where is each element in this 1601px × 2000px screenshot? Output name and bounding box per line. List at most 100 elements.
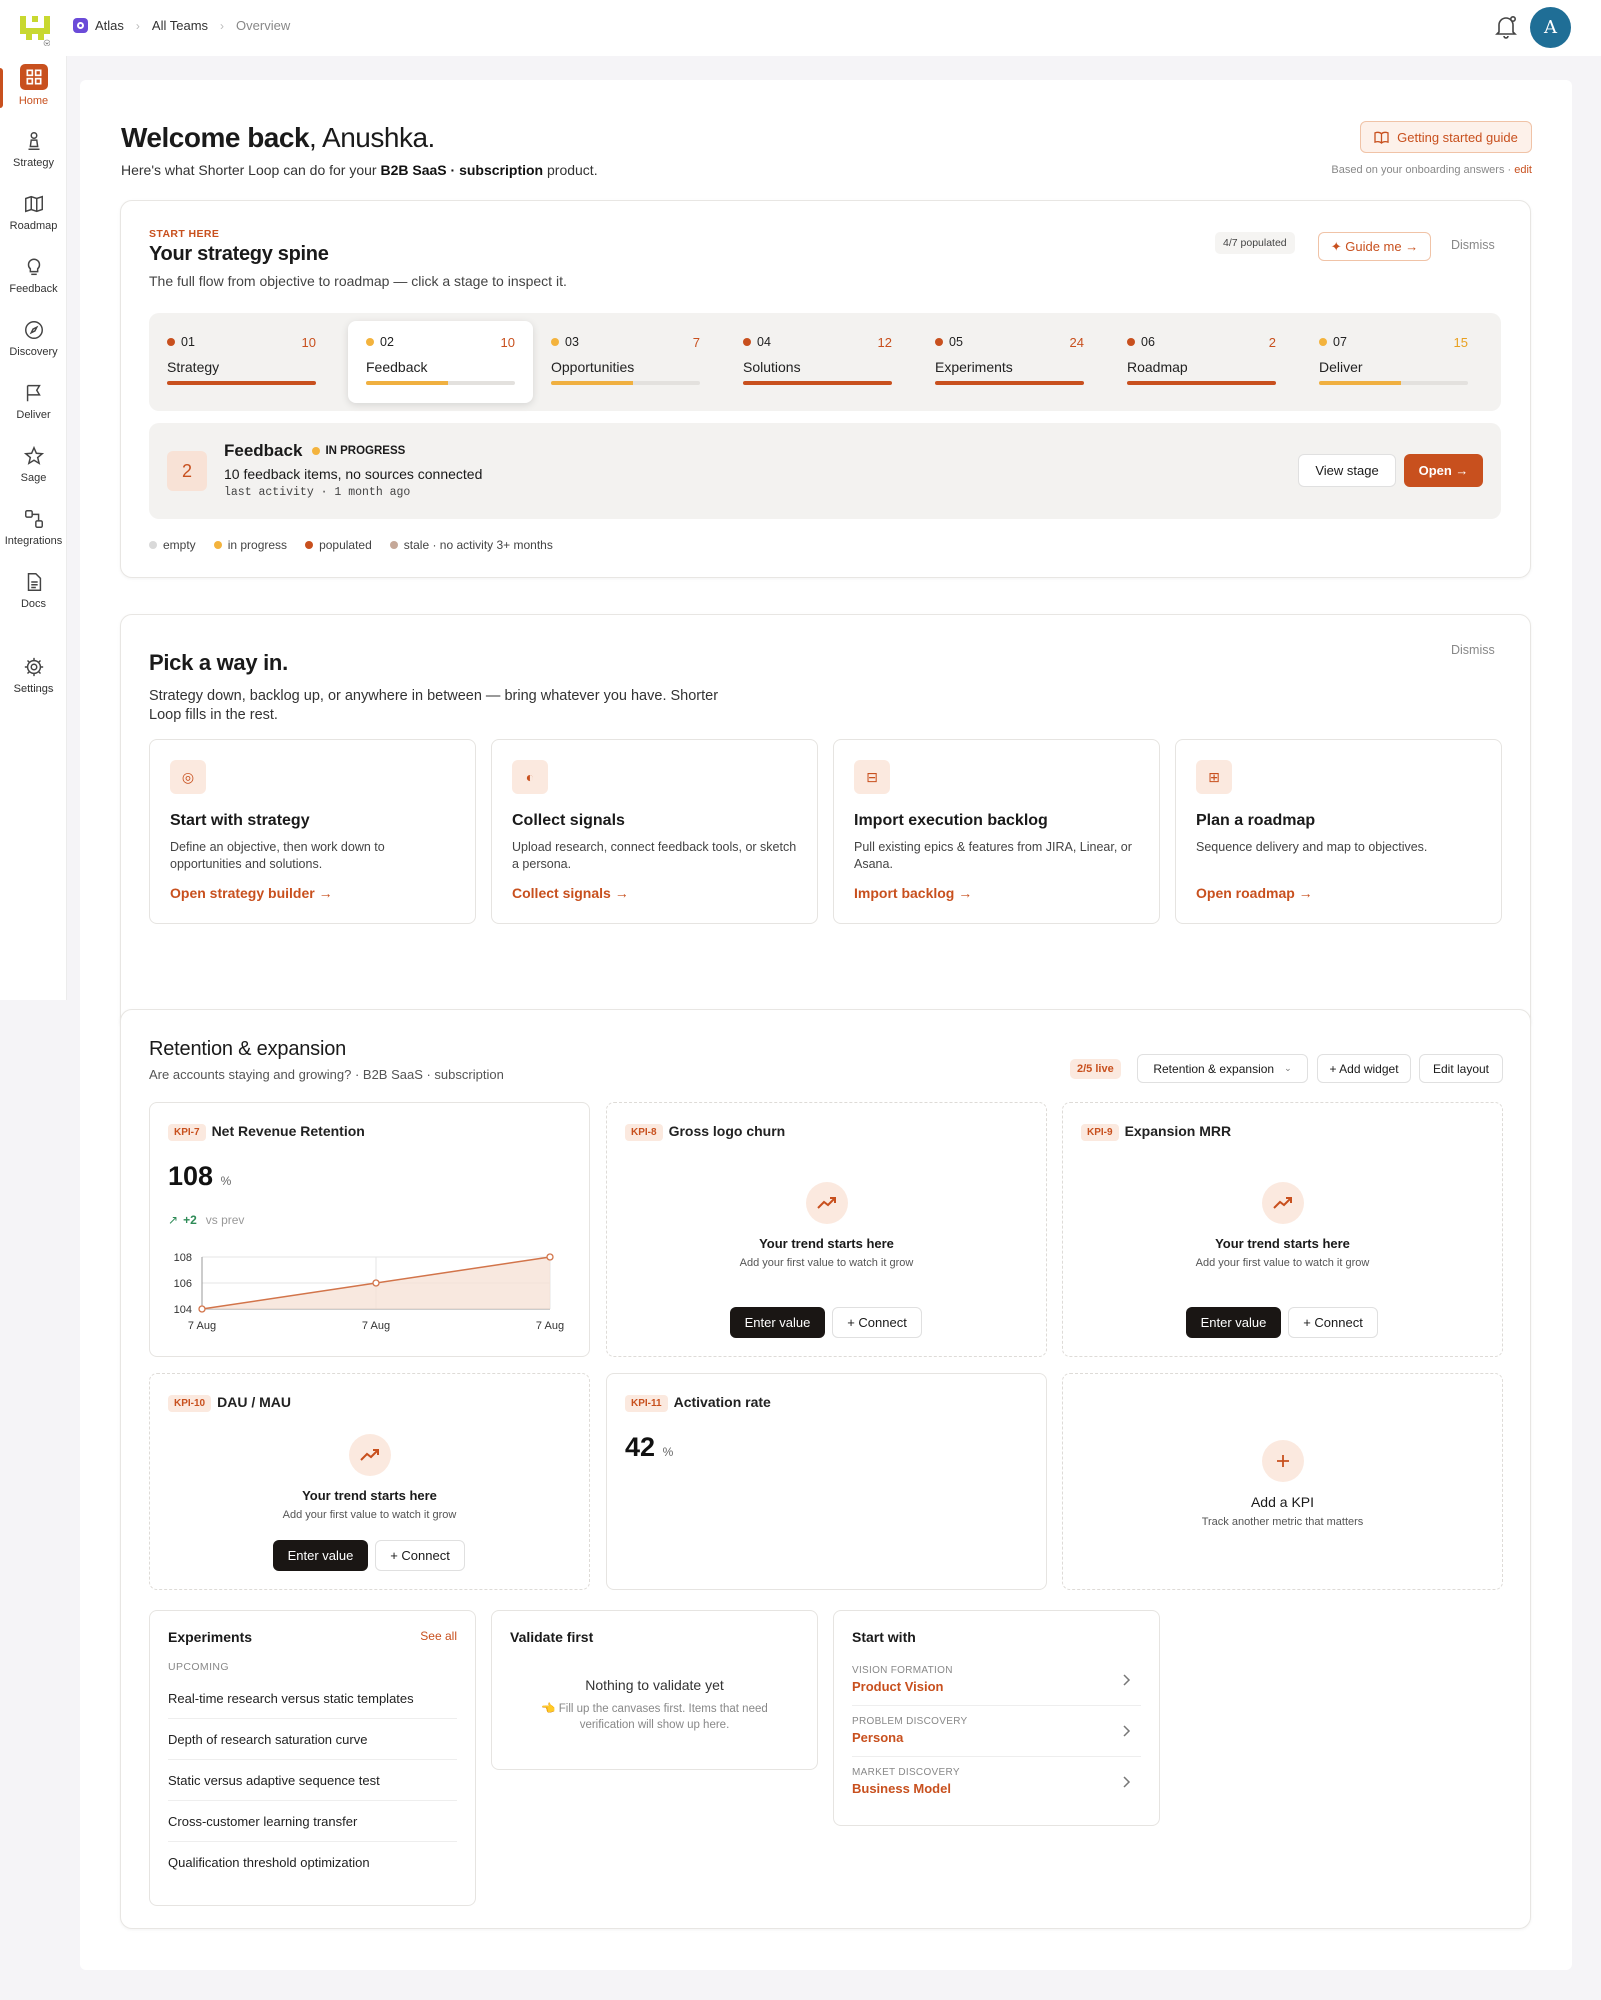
open-strategy-builder-link[interactable]: Open strategy builder →	[170, 885, 455, 901]
trend-up-icon	[348, 1434, 391, 1476]
way-description: Upload research, connect feedback tools,…	[512, 840, 797, 871]
sidebar-item-docs[interactable]: Docs	[0, 571, 67, 610]
stage-opportunities[interactable]: 03 7 Opportunities	[533, 321, 718, 403]
gear-icon	[24, 657, 43, 677]
sidebar-label: Settings	[13, 683, 54, 695]
stage-count: 10	[500, 335, 515, 350]
sidebar-label: Sage	[20, 472, 47, 484]
stage-roadmap[interactable]: 06 2 Roadmap	[1109, 321, 1294, 403]
add-widget-button[interactable]: + Add widget	[1317, 1054, 1411, 1083]
kpi-card-dau-mau[interactable]: KPI-10 DAU / MAU Your trend starts here A…	[149, 1373, 590, 1590]
way-title: Start with strategy	[170, 812, 310, 829]
way-card-signals[interactable]: ◐ Collect signals Upload research, conne…	[491, 739, 818, 924]
kpi-tag: KPI-7	[168, 1123, 206, 1141]
way-description: Sequence delivery and map to objectives.	[1196, 840, 1428, 854]
legend-populated: populated	[305, 538, 372, 552]
stage-strategy[interactable]: 01 10 Strategy	[149, 321, 334, 403]
start-with-item[interactable]: PROBLEM DISCOVERY Persona	[852, 1706, 1141, 1757]
way-card-backlog[interactable]: ⊟ Import execution backlog Pull existing…	[833, 739, 1160, 924]
view-stage-button[interactable]: View stage	[1298, 454, 1396, 487]
experiments-title: Experiments	[168, 1629, 253, 1645]
app-logo-icon[interactable]	[20, 16, 50, 46]
user-avatar[interactable]: A	[1530, 7, 1571, 48]
legend-empty: empty	[149, 538, 196, 552]
see-all-link[interactable]: See all	[420, 1629, 457, 1643]
stage-progress-bar	[551, 381, 700, 385]
data-point	[546, 1253, 554, 1261]
page-title: Welcome back, Anushka.	[121, 122, 435, 153]
dashboard-dropdown[interactable]: Retention & expansion ⌄	[1137, 1054, 1308, 1083]
start-with-item[interactable]: MARKET DISCOVERY Business Model	[852, 1757, 1141, 1808]
start-with-item[interactable]: VISION FORMATION Product Vision	[852, 1655, 1141, 1706]
guide-me-button[interactable]: ✦ Guide me →	[1318, 232, 1431, 261]
experiment-item[interactable]: Depth of research saturation curve	[168, 1719, 457, 1760]
stage-feedback[interactable]: 02 10 Feedback	[348, 321, 533, 403]
stage-label: Feedback	[366, 359, 428, 375]
breadcrumb-team[interactable]: All Teams	[152, 18, 208, 33]
status-dot	[1127, 338, 1135, 346]
start-with-title: Start with	[852, 1629, 916, 1645]
stage-solutions[interactable]: 04 12 Solutions	[725, 321, 910, 403]
notification-bell-icon[interactable]	[1494, 14, 1518, 40]
collect-signals-link[interactable]: Collect signals →	[512, 885, 797, 901]
kpi-card-activation-rate[interactable]: KPI-11 Activation rate 42 %	[606, 1373, 1047, 1590]
sidebar-label: Roadmap	[9, 220, 58, 232]
sidebar-item-integrations[interactable]: Integrations	[0, 508, 67, 547]
experiment-item[interactable]: Static versus adaptive sequence test	[168, 1760, 457, 1801]
stage-progress-bar	[1127, 381, 1276, 385]
spine-title: Your strategy spine	[149, 243, 329, 265]
kpi-card-gross-logo-churn[interactable]: KPI-8 Gross logo churn Your trend starts …	[606, 1102, 1047, 1357]
kpi-card-expansion-mrr[interactable]: KPI-9 Expansion MRR Your trend starts her…	[1062, 1102, 1503, 1357]
stage-label: Experiments	[935, 359, 1013, 375]
sidebar-item-settings[interactable]: Settings	[0, 656, 67, 695]
connect-button[interactable]: + Connect	[832, 1307, 922, 1338]
enter-value-button[interactable]: Enter value	[730, 1307, 825, 1338]
add-kpi-card[interactable]: Add a KPI Track another metric that matt…	[1062, 1373, 1503, 1590]
open-roadmap-link[interactable]: Open roadmap →	[1196, 885, 1481, 901]
breadcrumb-workspace[interactable]: Atlas	[95, 18, 124, 33]
sidebar-item-deliver[interactable]: Deliver	[0, 382, 67, 421]
status-dot	[935, 338, 943, 346]
import-backlog-link[interactable]: Import backlog →	[854, 885, 1139, 901]
way-card-strategy[interactable]: ◎ Start with strategy Define an objectiv…	[149, 739, 476, 924]
top-bar: Atlas › All Teams › Overview A	[0, 0, 1601, 56]
stage-progress-bar	[167, 381, 316, 385]
chevron-right-icon: ›	[135, 18, 140, 33]
stage-deliver[interactable]: 07 15 Deliver	[1301, 321, 1486, 403]
experiment-item[interactable]: Real-time research versus static templat…	[168, 1678, 457, 1719]
stage-count: 2	[1268, 335, 1276, 350]
sidebar-item-roadmap[interactable]: Roadmap	[0, 193, 67, 232]
kpi-delta: ↗ +2 vs prev	[168, 1213, 245, 1227]
stage-experiments[interactable]: 05 24 Experiments	[917, 321, 1102, 403]
experiment-item[interactable]: Cross-customer learning transfer	[168, 1801, 457, 1842]
dismiss-pick-button[interactable]: Dismiss	[1451, 643, 1495, 657]
empty-trend: Your trend starts here Add your first va…	[607, 1182, 1046, 1269]
way-card-roadmap[interactable]: ⊞ Plan a roadmap Sequence delivery and m…	[1175, 739, 1502, 924]
enter-value-button[interactable]: Enter value	[273, 1540, 368, 1571]
open-stage-button[interactable]: Open →	[1404, 454, 1483, 487]
spine-subtitle: The full flow from objective to roadmap …	[149, 273, 567, 289]
stage-number-badge: 2	[167, 451, 207, 491]
dismiss-spine-button[interactable]: Dismiss	[1451, 238, 1495, 252]
sidebar-item-strategy[interactable]: Strategy	[0, 130, 67, 169]
getting-started-guide-button[interactable]: Getting started guide	[1360, 121, 1532, 153]
experiment-item[interactable]: Qualification threshold optimization	[168, 1842, 457, 1883]
kpi-card-nrr[interactable]: KPI-7 Net Revenue Retention 108 % ↗ +2 vs p…	[149, 1102, 590, 1357]
stage-label: Opportunities	[551, 359, 635, 375]
sidebar-label: Docs	[20, 598, 47, 610]
connect-button[interactable]: + Connect	[375, 1540, 465, 1571]
sidebar-item-discovery[interactable]: Discovery	[0, 319, 67, 358]
sidebar-item-home[interactable]: Home	[0, 64, 67, 108]
chevron-right-icon	[1123, 1776, 1131, 1788]
connect-button[interactable]: + Connect	[1288, 1307, 1378, 1338]
pick-title: Pick a way in.	[149, 650, 288, 675]
sidebar-label: Feedback	[9, 283, 58, 295]
stage-count: 24	[1069, 335, 1084, 350]
chevron-right-icon: ›	[220, 18, 225, 33]
sidebar-item-sage[interactable]: Sage	[0, 445, 67, 484]
edit-onboarding-link[interactable]: edit	[1514, 164, 1532, 176]
kpi-tag: KPI-8	[625, 1123, 663, 1141]
edit-layout-button[interactable]: Edit layout	[1419, 1054, 1503, 1083]
sidebar-item-feedback[interactable]: Feedback	[0, 256, 67, 295]
enter-value-button[interactable]: Enter value	[1186, 1307, 1281, 1338]
